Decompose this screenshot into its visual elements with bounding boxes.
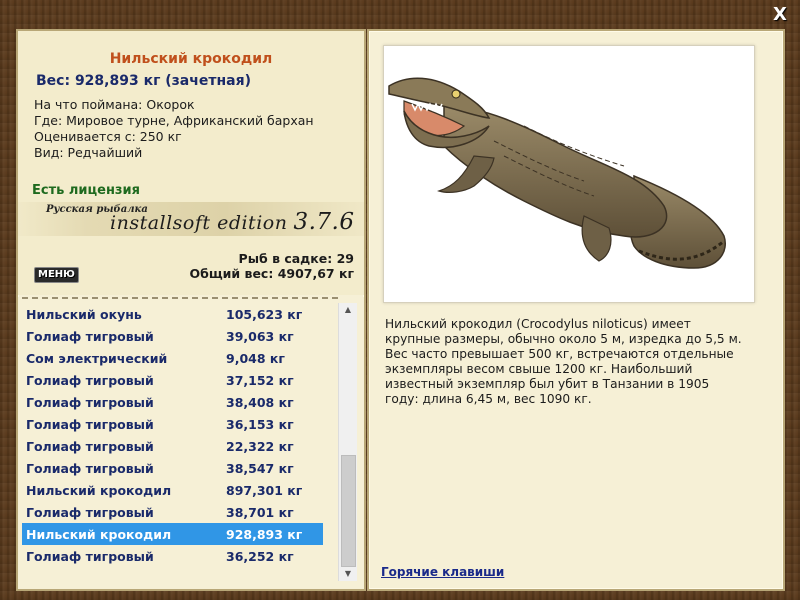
catch-row[interactable]: Сом электрический 9,048 кг [22,347,323,369]
description-line: году: длина 6,45 м, вес 1090 кг. [385,392,592,406]
catch-row-name: Голиаф тигровый [26,417,154,432]
logo-main: installsoft edition 3.7.6 [110,209,354,235]
catch-row-weight: 36,252 кг [226,549,294,564]
rarity-line: Вид: Редчайший [34,145,143,160]
license-status: Есть лицензия [32,183,140,198]
fish-details: Нильский крокодил Вес: 928,893 кг (зачет… [18,31,364,295]
catch-row-name: Голиаф тигровый [26,549,154,564]
keepnet-count: Рыб в садке: 29 [238,251,354,266]
catch-list: Нильский окунь 105,623 кг Голиаф тигровый 3… [18,297,364,589]
description-line: Нильский крокодил (Crocodylus niloticus)… [385,317,691,331]
catch-row-selected[interactable]: Нильский крокодил 928,893 кг [22,523,323,545]
game-logo: Русская рыбалка installsoft edition 3.7.6 [18,202,364,236]
list-separator [22,297,338,299]
catch-row-weight: 38,701 кг [226,505,294,520]
fish-title: Нильский крокодил [109,51,273,67]
catch-row[interactable]: Нильский окунь 105,623 кг [22,303,323,325]
fish-description-panel: Нильский крокодил (Crocodylus niloticus)… [367,29,785,591]
description-line: известный экземпляр был убит в Танзании … [385,377,710,391]
catch-row[interactable]: Голиаф тигровый 38,547 кг [22,457,323,479]
catch-row[interactable]: Нильский крокодил 897,301 кг [22,479,323,501]
description-line: Вес часто превышает 500 кг, встречаются … [385,347,734,361]
fish-image [383,45,755,303]
catch-row-name: Нильский крокодил [26,527,172,542]
catch-row-weight: 36,153 кг [226,417,294,432]
total-weight: Общий вес: 4907,67 кг [189,266,355,281]
catch-row-name: Голиаф тигровый [26,461,154,476]
close-button[interactable]: X [770,4,790,26]
catch-row-weight: 897,301 кг [226,483,303,498]
catch-row-weight: 9,048 кг [226,351,285,366]
fish-info-panel: Нильский крокодил Вес: 928,893 кг (зачет… [16,29,366,591]
menu-button[interactable]: МЕНЮ [34,267,79,283]
value-line: Оценивается с: 250 кг [34,129,182,144]
catch-row-name: Голиаф тигровый [26,505,154,520]
catch-row-name: Нильский крокодил [26,483,172,498]
arrow-down-icon[interactable]: ▼ [339,567,357,581]
catch-row-weight: 39,063 кг [226,329,294,344]
catch-row-weight: 22,322 кг [226,439,294,454]
catch-row[interactable]: Голиаф тигровый 38,408 кг [22,391,323,413]
catch-row-name: Голиаф тигровый [26,395,154,410]
description-line: экземпляры весом свыше 1200 кг. Наибольш… [385,362,693,376]
catch-row[interactable]: Голиаф тигровый 36,153 кг [22,413,323,435]
catch-row-name: Голиаф тигровый [26,439,154,454]
catch-row[interactable]: Голиаф тигровый 39,063 кг [22,325,323,347]
list-scrollbar[interactable]: ▲ ▼ [338,303,357,581]
catch-row-weight: 928,893 кг [226,527,303,542]
catch-row-name: Голиаф тигровый [26,373,154,388]
catch-row-name: Сом электрический [26,351,168,366]
catch-row[interactable]: Голиаф тигровый 36,252 кг [22,545,323,567]
hotkeys-link[interactable]: Горячие клавиши [381,565,504,579]
description-line: крупные размеры, обычно около 5 м, изред… [385,332,742,346]
logo-version: 3.7.6 [293,209,355,235]
catch-row[interactable]: Голиаф тигровый 38,701 кг [22,501,323,523]
arrow-up-icon[interactable]: ▲ [339,303,357,317]
fish-weight: Вес: 928,893 кг (зачетная) [36,73,251,89]
catch-row[interactable]: Голиаф тигровый 22,322 кг [22,435,323,457]
catch-row-name: Голиаф тигровый [26,329,154,344]
scroll-thumb[interactable] [341,455,356,567]
catch-row-weight: 105,623 кг [226,307,303,322]
fish-description: Нильский крокодил (Crocodylus niloticus)… [385,317,761,407]
catch-row-name: Нильский окунь [26,307,142,322]
logo-edition-text: installsoft edition [110,212,288,234]
catch-row-weight: 38,547 кг [226,461,294,476]
crocodile-illustration [388,77,726,269]
catch-row[interactable]: Голиаф тигровый 37,152 кг [22,369,323,391]
catch-row-weight: 37,152 кг [226,373,294,388]
location-line: Где: Мировое турне, Африканский бархан [34,113,314,128]
catch-row-weight: 38,408 кг [226,395,294,410]
bait-line: На что поймана: Окорок [34,97,195,112]
